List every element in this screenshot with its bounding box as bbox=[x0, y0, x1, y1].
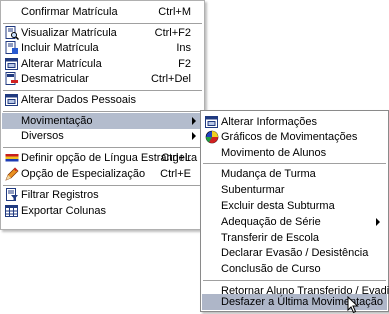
submenu-item-conclusao-curso[interactable]: Conclusão de Curso bbox=[202, 261, 387, 277]
menu-separator bbox=[3, 147, 202, 148]
add-document-icon bbox=[5, 41, 18, 54]
menu-item-visualizar-matricula[interactable]: Visualizar Matrícula Ctrl+F2 bbox=[2, 25, 203, 41]
menu-item-definir-lingua-estrangeira[interactable]: Definir opção de Língua Estrangeira Ctrl… bbox=[2, 150, 203, 166]
submenu-item-graficos-movimentacoes[interactable]: Gráficos de Movimentações bbox=[202, 129, 387, 145]
menu-item-desmatricular[interactable]: Desmatricular Ctrl+Del bbox=[2, 71, 203, 87]
menu-item-opcao-especializacao[interactable]: Opção de Especialização Ctrl+E bbox=[2, 166, 203, 182]
menu-item-diversos[interactable]: Diversos bbox=[2, 128, 203, 144]
menu-separator bbox=[3, 185, 202, 186]
menu-item-alterar-dados-pessoais[interactable]: Alterar Dados Pessoais bbox=[2, 92, 203, 108]
submenu-item-alterar-informacoes[interactable]: Alterar Informações bbox=[202, 114, 387, 130]
menu-separator bbox=[203, 280, 386, 281]
submenu-item-declarar-evasao[interactable]: Declarar Evasão / Desistência bbox=[202, 245, 387, 261]
submenu-item-desfazer-ultima-movimentacao[interactable]: Desfazer a Última Movimentação bbox=[202, 294, 387, 314]
menu-item-filtrar-registros[interactable]: Filtrar Registros bbox=[2, 187, 203, 203]
export-grid-icon bbox=[5, 205, 18, 217]
submenu-item-excluir-subturma[interactable]: Excluir desta Subturma bbox=[202, 198, 387, 214]
view-document-icon bbox=[5, 26, 19, 40]
menu-separator bbox=[3, 23, 202, 24]
menu-item-movimentacao[interactable]: Movimentação bbox=[2, 113, 203, 129]
context-menu: Confirmar Matrícula Ctrl+M Visualizar Ma… bbox=[0, 0, 205, 230]
menu-item-incluir-matricula[interactable]: Incluir Matrícula Ins bbox=[2, 40, 203, 56]
edit-window-icon bbox=[5, 94, 18, 106]
submenu-item-adequacao-serie[interactable]: Adequação de Série bbox=[202, 214, 387, 230]
mouse-cursor-icon bbox=[347, 296, 359, 314]
filter-icon bbox=[6, 188, 18, 201]
menu-item-exportar-colunas[interactable]: Exportar Colunas bbox=[2, 203, 203, 219]
menu-separator bbox=[3, 111, 202, 112]
menu-separator bbox=[3, 90, 202, 91]
submenu-item-subenturmar[interactable]: Subenturmar bbox=[202, 182, 387, 198]
submenu-movimentacao: Alterar Informações Gráficos de Moviment… bbox=[200, 110, 389, 314]
flag-icon bbox=[5, 154, 19, 162]
pie-chart-icon bbox=[205, 130, 219, 144]
submenu-arrow-icon bbox=[192, 117, 196, 125]
menu-item-confirmar-matricula[interactable]: Confirmar Matrícula Ctrl+M bbox=[2, 4, 203, 20]
menu-item-alterar-matricula[interactable]: Alterar Matrícula F2 bbox=[2, 56, 203, 72]
edit-window-icon bbox=[205, 116, 218, 128]
submenu-item-transferir-escola[interactable]: Transferir de Escola bbox=[202, 230, 387, 246]
submenu-item-mudanca-turma[interactable]: Mudança de Turma bbox=[202, 166, 387, 182]
remove-document-icon bbox=[5, 72, 18, 85]
menu-separator bbox=[203, 163, 386, 164]
submenu-item-movimento-alunos[interactable]: Movimento de Alunos bbox=[202, 145, 387, 161]
edit-window-icon bbox=[5, 58, 18, 70]
submenu-arrow-icon bbox=[376, 218, 380, 226]
submenu-arrow-icon bbox=[192, 132, 196, 140]
pencil-icon bbox=[5, 167, 19, 181]
